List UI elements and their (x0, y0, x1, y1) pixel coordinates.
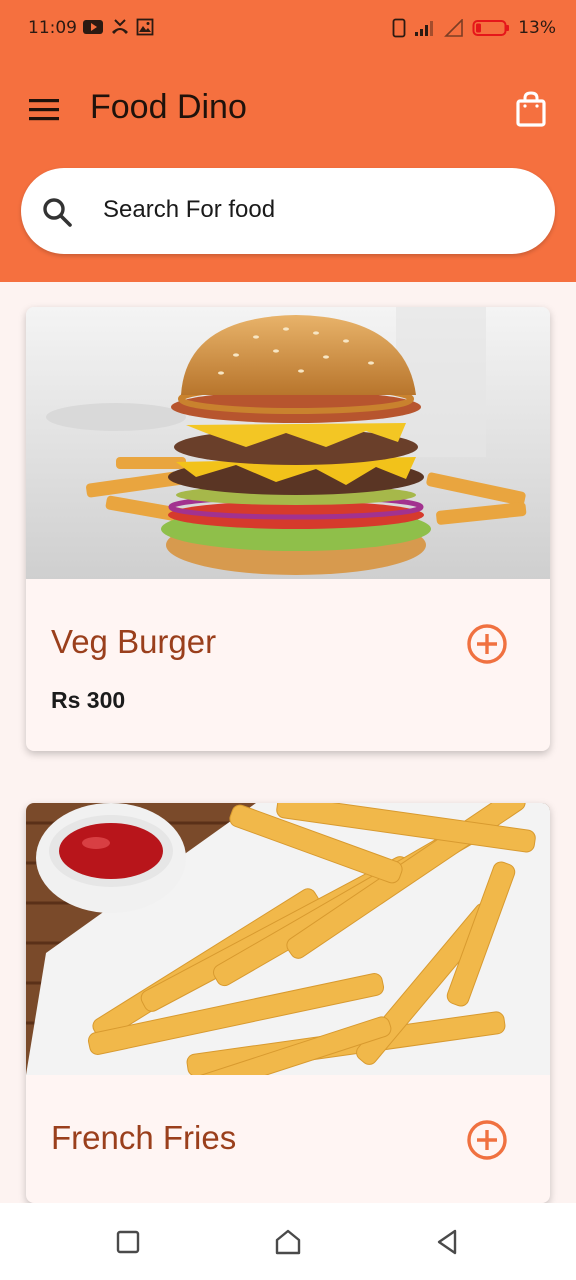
youtube-icon (83, 20, 103, 34)
back-icon[interactable] (433, 1227, 463, 1257)
product-price: Rs 300 (51, 687, 126, 713)
status-bar: 11:09 13% (0, 0, 576, 58)
fries-photo (26, 803, 550, 1075)
status-system-icons: 13% (392, 18, 556, 38)
product-name: Veg Burger (51, 623, 217, 660)
menu-icon[interactable] (28, 96, 60, 124)
product-card[interactable]: French Fries (26, 803, 550, 1203)
status-time: 11:09 (28, 18, 77, 38)
status-notification-icons (82, 18, 154, 36)
battery-icon (472, 20, 510, 36)
phone-icon (392, 18, 406, 38)
gallery-icon (136, 18, 154, 36)
battery-percent: 13% (518, 18, 556, 38)
burger-photo (26, 307, 550, 579)
toolbar: Food Dino (0, 70, 576, 150)
search-bar[interactable]: Search For food (21, 168, 555, 254)
shopping-bag-icon[interactable] (514, 90, 548, 128)
signal-empty-icon (444, 19, 464, 37)
search-icon (43, 198, 72, 227)
app-title: Food Dino (90, 88, 247, 126)
recents-icon[interactable] (113, 1227, 143, 1257)
missed-call-icon (112, 19, 128, 34)
search-input[interactable]: Search For food (103, 196, 275, 224)
product-card[interactable]: Veg Burger Rs 300 (26, 307, 550, 751)
add-circle-icon[interactable] (466, 623, 508, 665)
app-bar: 11:09 13% Food Dino Search For food (0, 0, 576, 282)
add-circle-icon[interactable] (466, 1119, 508, 1161)
system-nav-bar (0, 1203, 576, 1280)
signal-icon (415, 21, 434, 36)
product-name: French Fries (51, 1119, 237, 1156)
home-icon[interactable] (273, 1227, 303, 1257)
